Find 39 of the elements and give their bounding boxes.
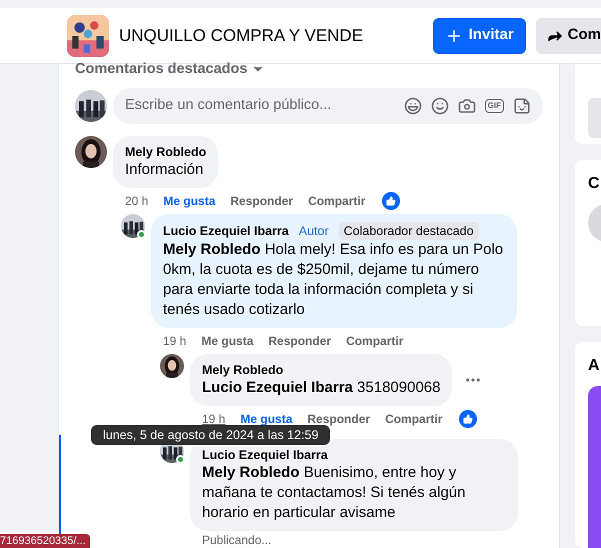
comment-text: Información xyxy=(125,160,204,180)
share-group-button[interactable]: Com xyxy=(536,18,601,54)
share-button[interactable]: Compartir xyxy=(308,192,366,210)
posting-status: Publicando... xyxy=(202,532,272,548)
comment-input[interactable]: Escribe un comentario público... GIF xyxy=(113,88,543,124)
like-button[interactable]: Me gusta xyxy=(163,192,216,210)
timestamp-link[interactable]: 20 h xyxy=(125,192,148,210)
date-tooltip: lunes, 5 de agosto de 2024 a las 12:59 xyxy=(91,425,330,445)
timestamp-link[interactable]: 19 h xyxy=(202,410,226,428)
author-name[interactable]: Mely Robledo xyxy=(202,362,284,378)
like-button[interactable]: Me gusta xyxy=(240,410,292,428)
like-reaction-icon[interactable] xyxy=(382,192,400,210)
card-heading: C xyxy=(588,174,601,194)
comment-text: Mely Robledo Hola mely! Esa info es para un Polo 0km, la cuota es de $250mil, dejame tu número para enviarte toda la información completa y si tenés usado cotizarlo xyxy=(163,240,504,320)
reply-button[interactable]: Responder xyxy=(307,410,370,428)
invite-button[interactable]: Invitar xyxy=(432,18,526,54)
author-name[interactable]: Mely Robledo xyxy=(125,144,206,160)
comment-text: Mely Robledo Buenisimo, entre hoy y mañana te contactamos! Si tenés algún horario en particular avisame xyxy=(202,463,466,523)
share-button[interactable]: Compartir xyxy=(385,410,442,428)
camera-icon[interactable] xyxy=(458,97,476,115)
reply-button[interactable]: Responder xyxy=(230,192,294,210)
emoji-icon[interactable] xyxy=(430,97,449,115)
comment-text: Lucio Ezequiel Ibarra 3518090068 xyxy=(202,378,440,398)
sticker-icon[interactable] xyxy=(513,97,531,115)
gif-button[interactable]: GIF xyxy=(484,99,504,113)
reply-button[interactable]: Responder xyxy=(268,332,332,350)
share-button[interactable]: Compartir xyxy=(346,332,404,350)
author-label: Autor xyxy=(298,223,330,240)
author-name[interactable]: Lucio Ezequiel Ibarra xyxy=(163,223,289,239)
group-title[interactable]: UNQUILLO COMPRA Y VENDE xyxy=(119,22,364,48)
avatar-sticker-icon[interactable] xyxy=(404,97,422,115)
like-button[interactable]: Me gusta xyxy=(201,332,254,350)
status-url: 716936520335/... xyxy=(0,534,90,548)
like-reaction-icon[interactable] xyxy=(459,410,478,428)
contributor-badge: Colaborador destacado xyxy=(338,222,479,240)
timestamp-link[interactable]: 19 h xyxy=(163,332,186,350)
sort-dropdown[interactable]: Comentarios destacados xyxy=(75,62,266,76)
author-name[interactable]: Lucio Ezequiel Ibarra xyxy=(202,447,328,463)
card-heading: A xyxy=(588,356,601,376)
